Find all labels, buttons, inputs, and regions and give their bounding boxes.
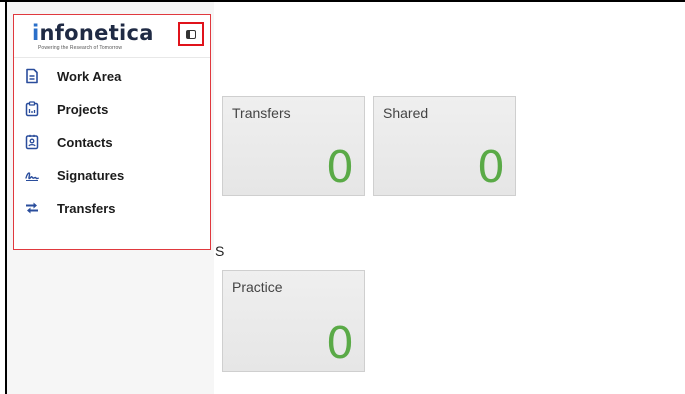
section-heading-fragment: S	[215, 243, 225, 259]
sidebar-divider	[14, 57, 210, 58]
tile-title: Shared	[383, 105, 429, 121]
tile-shared[interactable]: Shared 0	[373, 96, 516, 196]
sidebar-item-signatures[interactable]: Signatures	[14, 160, 210, 190]
tile-practice[interactable]: Practice 0	[222, 270, 365, 372]
tile-count: 0	[326, 318, 354, 369]
logo-prefix: i	[32, 21, 40, 45]
sidebar-item-label: Projects	[57, 101, 109, 117]
sidebar-toggle-button[interactable]	[178, 22, 204, 46]
contact-card-icon	[25, 134, 39, 150]
tile-title: Practice	[232, 279, 283, 295]
document-icon	[26, 68, 38, 84]
sidebar-item-contacts[interactable]: Contacts	[14, 127, 210, 157]
brand-logo: infonetica Powering the Research of Tomo…	[32, 21, 154, 51]
logo-rest: nfonetica	[39, 21, 154, 45]
tile-count: 0	[477, 142, 505, 193]
sidebar-panel: infonetica Powering the Research of Tomo…	[13, 14, 211, 250]
signature-icon	[25, 172, 39, 181]
sidebar-item-work-area[interactable]: Work Area	[14, 61, 210, 91]
tile-transfers[interactable]: Transfers 0	[222, 96, 365, 196]
sidebar-item-label: Transfers	[57, 200, 116, 216]
sidebar-item-label: Contacts	[57, 134, 113, 150]
sidebar-item-label: Signatures	[57, 167, 125, 183]
tile-title: Transfers	[232, 105, 291, 121]
sidebar-item-label: Work Area	[57, 68, 122, 84]
tile-count: 0	[326, 142, 354, 193]
logo-tagline: Powering the Research of Tomorrow	[38, 45, 123, 51]
sidebar-item-projects[interactable]: Projects	[14, 94, 210, 124]
sidebar-toggle-icon	[186, 29, 196, 39]
logo-text: infonetica	[32, 21, 154, 45]
clipboard-icon	[25, 101, 39, 117]
transfer-arrows-icon	[26, 202, 38, 214]
sidebar-item-transfers[interactable]: Transfers	[14, 193, 210, 223]
